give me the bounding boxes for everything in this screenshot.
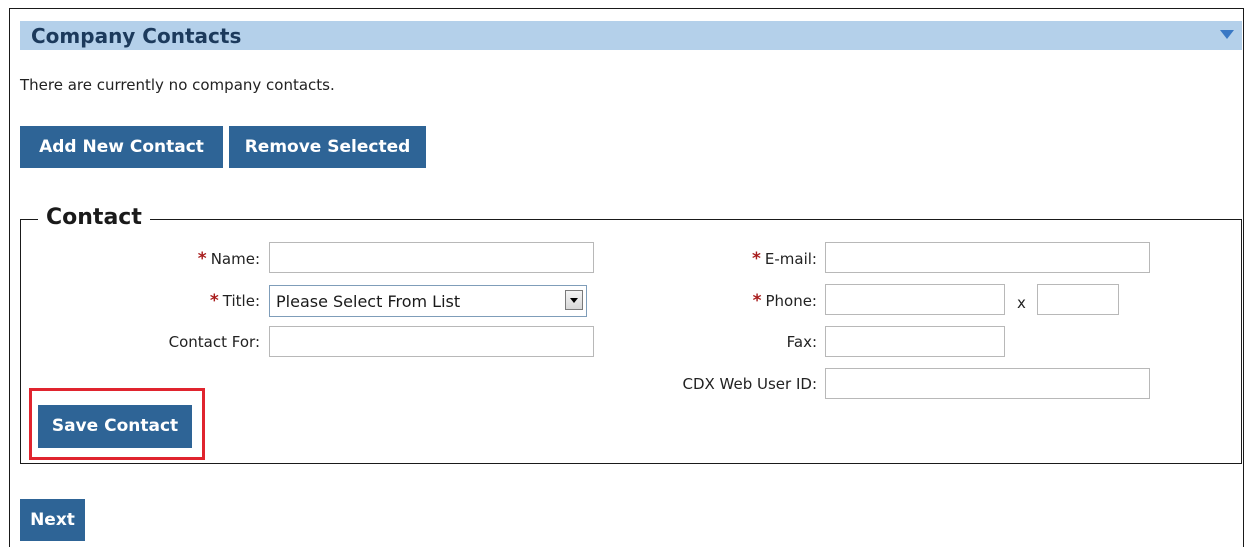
- section-header[interactable]: Company Contacts: [20, 21, 1242, 50]
- required-marker: *: [209, 291, 219, 311]
- extension-label: x: [1017, 294, 1026, 312]
- cdx-user-id-input[interactable]: [825, 368, 1150, 399]
- required-marker: *: [752, 249, 761, 269]
- title-label: * Title:: [209, 291, 260, 311]
- cdx-user-id-label: CDX Web User ID:: [682, 375, 817, 393]
- email-input[interactable]: [825, 242, 1150, 273]
- required-marker: *: [197, 249, 207, 269]
- contact-for-label: Contact For:: [168, 333, 260, 351]
- add-new-contact-button[interactable]: Add New Contact: [20, 126, 223, 168]
- contact-for-input[interactable]: [269, 326, 594, 357]
- name-label: * Name:: [197, 249, 260, 269]
- remove-selected-button[interactable]: Remove Selected: [229, 126, 426, 168]
- save-contact-button[interactable]: Save Contact: [38, 405, 192, 448]
- collapse-triangle-icon[interactable]: [1220, 30, 1234, 39]
- required-marker: *: [752, 291, 762, 311]
- name-input[interactable]: [269, 242, 594, 273]
- phone-extension-input[interactable]: [1037, 284, 1119, 315]
- contact-legend: Contact: [38, 205, 150, 230]
- email-label: * E-mail:: [752, 249, 817, 269]
- fax-label: Fax:: [786, 333, 817, 351]
- title-select[interactable]: Please Select From List: [269, 285, 587, 317]
- phone-input[interactable]: [825, 284, 1005, 315]
- fax-input[interactable]: [825, 326, 1005, 357]
- phone-label: * Phone:: [752, 291, 817, 311]
- dropdown-arrow-icon[interactable]: [565, 290, 583, 310]
- section-title: Company Contacts: [31, 24, 242, 48]
- next-button[interactable]: Next: [20, 499, 85, 541]
- no-contacts-message: There are currently no company contacts.: [20, 76, 335, 94]
- title-select-value: Please Select From List: [276, 292, 461, 311]
